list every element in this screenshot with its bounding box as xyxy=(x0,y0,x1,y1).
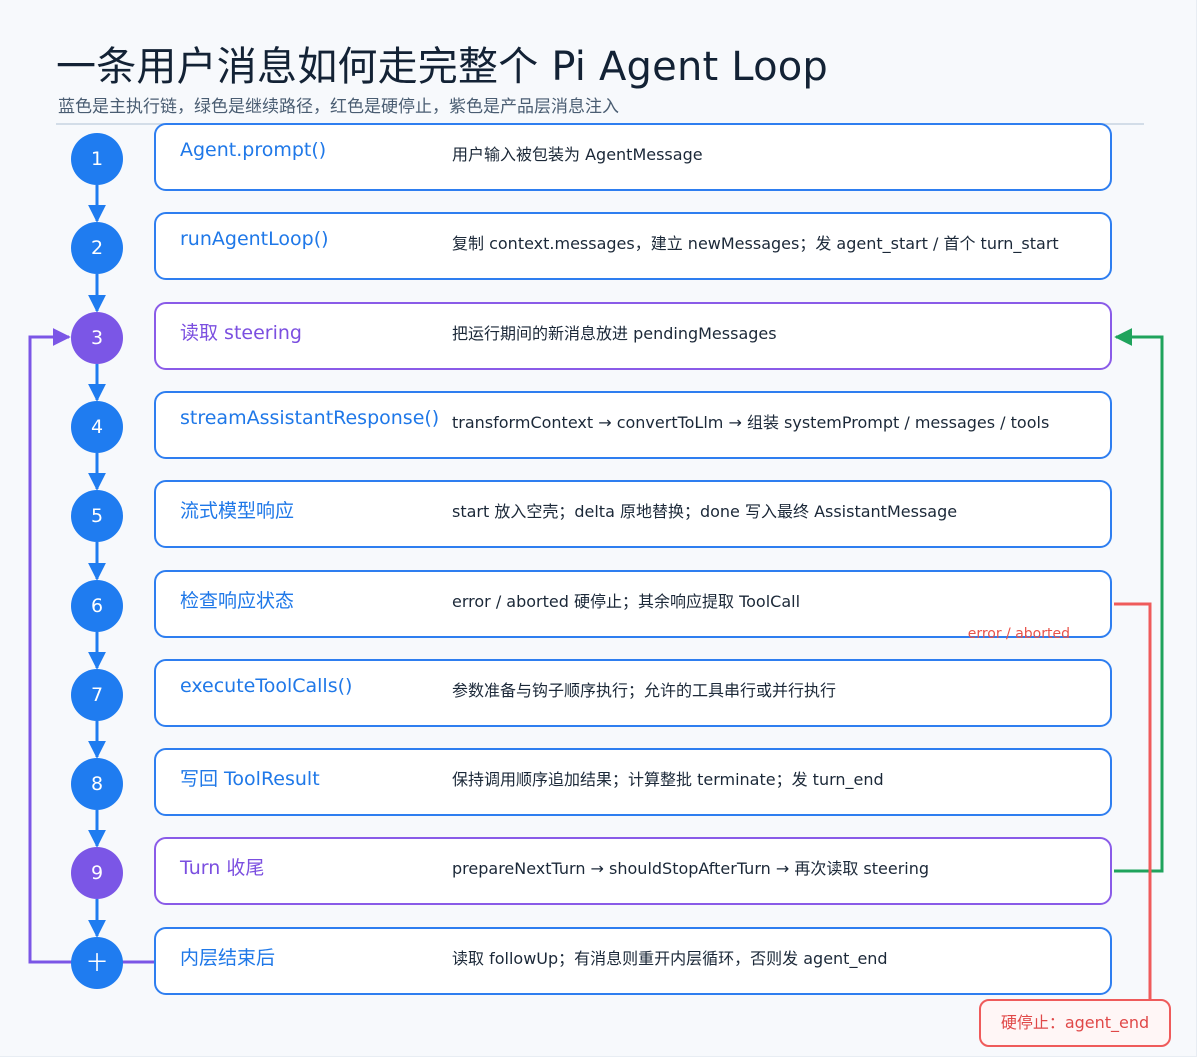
step-description: 读取 followUp；有消息则重开内层循环，否则发 agent_end xyxy=(452,949,888,968)
step-description: start 放入空壳；delta 原地替换；done 写入最终 Assistan… xyxy=(452,502,958,521)
step-number-node: 8 xyxy=(71,758,123,810)
step-title: Turn 收尾 xyxy=(180,857,265,879)
step-description: error / aborted 硬停止；其余响应提取 ToolCall xyxy=(452,592,801,611)
step-box-7: executeToolCalls() 参数准备与钩子顺序执行；允许的工具串行或并行… xyxy=(154,659,1112,727)
step-number-node: 6 xyxy=(71,580,123,632)
step-box-3: 读取 steering 把运行期间的新消息放进 pendingMessages xyxy=(154,302,1112,370)
step-title: 检查响应状态 xyxy=(180,590,295,612)
step-title: 流式模型响应 xyxy=(180,500,295,522)
step-box-8: 写回 ToolResult 保持调用顺序追加结果；计算整批 terminate；发… xyxy=(154,748,1112,816)
step-number-node: 9 xyxy=(71,847,123,899)
step-box-9: Turn 收尾 prepareNextTurn → shouldStopAfter… xyxy=(154,837,1112,905)
step-description: prepareNextTurn → shouldStopAfterTurn → … xyxy=(452,859,930,878)
step-description: 用户输入被包装为 AgentMessage xyxy=(452,145,703,164)
step-title: 读取 steering xyxy=(180,322,302,344)
step-number-node: 2 xyxy=(71,222,123,274)
step-number-node: 1 xyxy=(71,133,123,185)
diagram-canvas: 一条用户消息如何走完整个 Pi Agent Loop 蓝色是主执行链，绿色是继续… xyxy=(0,0,1197,1057)
hard-stop-edge xyxy=(1114,602,1152,999)
step-box-10: 内层结束后 读取 followUp；有消息则重开内层循环，否则发 agent_en… xyxy=(154,927,1112,995)
step-title: 写回 ToolResult xyxy=(180,768,320,790)
step-description: 保持调用顺序追加结果；计算整批 terminate；发 turn_end xyxy=(452,770,884,789)
step-box-4: streamAssistantResponse() transformContex… xyxy=(154,391,1112,459)
step-title: executeToolCalls() xyxy=(180,675,353,697)
hard-stop-box: 硬停止：agent_end xyxy=(979,999,1171,1047)
step-box-2: runAgentLoop() 复制 context.messages，建立 new… xyxy=(154,212,1112,280)
step-box-1: Agent.prompt() 用户输入被包装为 AgentMessage xyxy=(154,123,1112,191)
step-note: error / aborted xyxy=(967,626,1070,642)
step-description: 复制 context.messages，建立 newMessages；发 age… xyxy=(452,234,1059,253)
step-number-node: 5 xyxy=(71,490,123,542)
step-title: 内层结束后 xyxy=(180,947,276,969)
step-description: transformContext → convertToLlm → 组装 sys… xyxy=(452,413,1050,432)
step-number-node: 十 xyxy=(71,937,123,989)
step-number-node: 3 xyxy=(71,312,123,364)
step-box-6: 检查响应状态 error / aborted 硬停止；其余响应提取 ToolCal… xyxy=(154,570,1112,642)
step-number-node: 7 xyxy=(71,669,123,721)
step-description: 把运行期间的新消息放进 pendingMessages xyxy=(452,324,777,343)
step-title: runAgentLoop() xyxy=(180,228,329,250)
step-description: 参数准备与钩子顺序执行；允许的工具串行或并行执行 xyxy=(452,681,837,700)
step-title: Agent.prompt() xyxy=(180,139,327,161)
step-title: streamAssistantResponse() xyxy=(180,407,440,429)
step-number-node: 4 xyxy=(71,401,123,453)
step-box-5: 流式模型响应 start 放入空壳；delta 原地替换；done 写入最终 As… xyxy=(154,480,1112,548)
